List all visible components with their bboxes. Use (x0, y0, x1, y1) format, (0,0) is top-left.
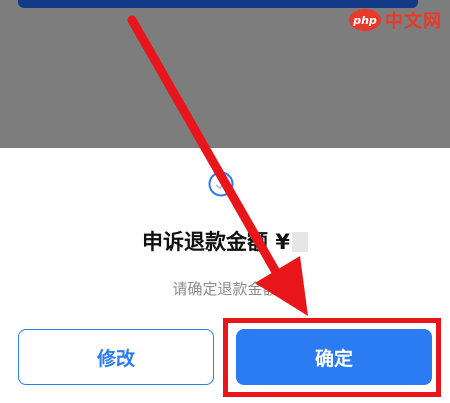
dialog-title: 申诉退款金额 ¥ (0, 226, 450, 256)
modify-button[interactable]: 修改 (18, 329, 214, 385)
circle-status-icon (208, 171, 234, 197)
redacted-amount (291, 232, 308, 252)
php-logo-icon: php (349, 9, 381, 31)
watermark-site-text: 中文网 (385, 11, 442, 32)
dialog-subtitle: 请确定退款金额 (172, 280, 278, 298)
refund-amount-label: 申诉退款金额 ¥ (142, 230, 290, 254)
watermark: php 中文网 (349, 6, 442, 34)
confirm-button[interactable]: 确定 (236, 329, 432, 385)
